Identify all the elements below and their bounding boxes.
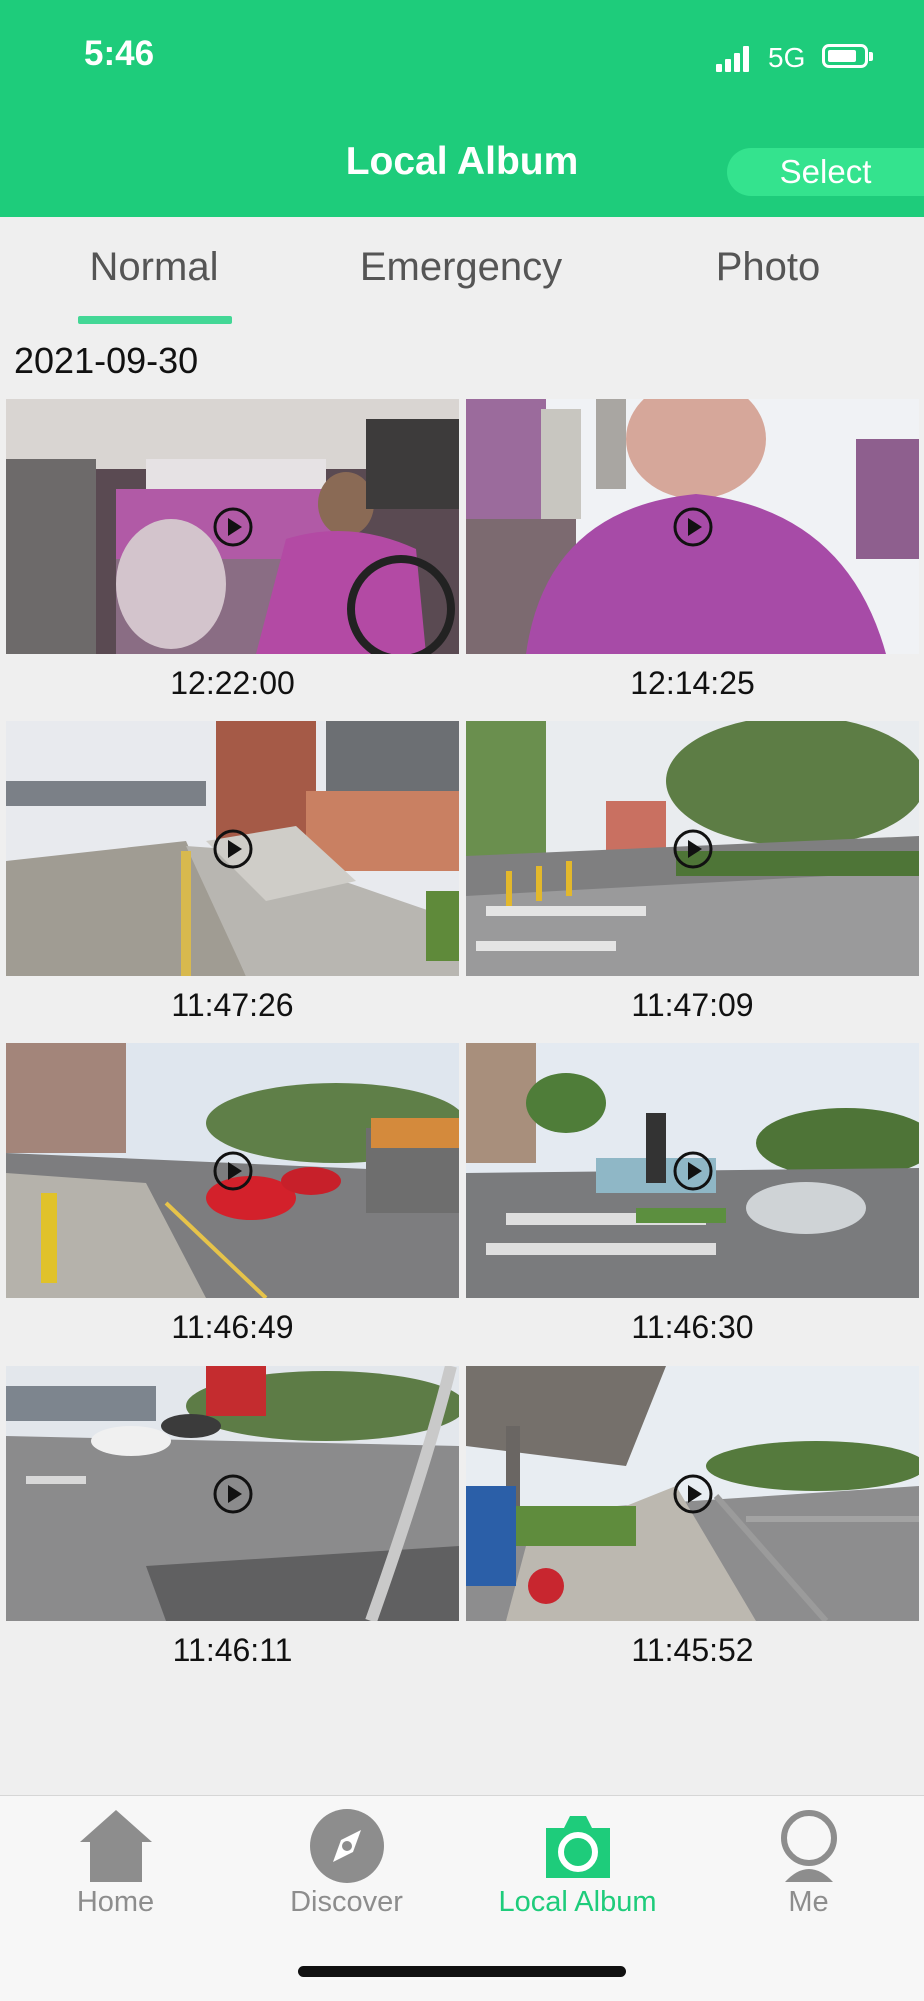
play-icon [213,829,253,869]
play-icon [213,507,253,547]
tabbar-local-album[interactable]: Local Album [462,1796,693,1926]
tabbar-label: Me [788,1886,829,1918]
date-header: 2021-09-30 [14,340,199,381]
play-icon [213,1474,253,1514]
video-thumbnail[interactable] [6,1366,459,1621]
video-thumbnail[interactable] [466,1043,919,1298]
video-time: 12:14:25 [630,665,755,701]
video-thumbnail[interactable] [466,399,919,654]
play-icon [213,1151,253,1191]
house-icon [80,1810,152,1882]
video-thumbnail[interactable] [6,1043,459,1298]
tabbar-home[interactable]: Home [0,1796,231,1926]
user-icon [781,1810,837,1882]
tabbar-label: Local Album [498,1886,657,1918]
play-icon [673,829,713,869]
tabbar-label: Home [76,1886,155,1918]
tabbar-me[interactable]: Me [693,1796,924,1926]
video-thumbnail[interactable] [466,721,919,976]
network-label: 5G [768,42,806,73]
camera-icon [546,1816,610,1878]
video-time: 11:47:26 [171,987,294,1023]
app-header: 5:46 5G Local Album Select [0,0,924,217]
video-thumbnail[interactable] [6,399,459,654]
video-time: 12:22:00 [170,665,295,701]
video-time: 11:46:11 [172,1632,293,1668]
video-time: 11:46:30 [631,1309,754,1345]
play-icon [673,1474,713,1514]
status-time: 5:46 [84,34,155,73]
select-button[interactable]: Select [727,148,924,196]
video-thumbnail[interactable] [466,1366,919,1621]
tabbar-label: Discover [290,1886,403,1918]
signal-icon [716,44,752,72]
active-tab-indicator [78,316,232,324]
play-icon [673,1151,713,1191]
album-tabs: Normal Emergency Photo [0,217,924,327]
video-time: 11:47:09 [631,987,754,1023]
play-icon [673,507,713,547]
video-time: 11:45:52 [631,1632,754,1668]
tabbar-discover[interactable]: Discover [231,1796,462,1926]
video-thumbnail[interactable] [6,721,459,976]
compass-icon [310,1809,384,1883]
tab-photo[interactable]: Photo [668,245,868,290]
video-time: 11:46:49 [171,1309,294,1345]
tab-emergency[interactable]: Emergency [331,245,591,290]
battery-icon [822,44,873,68]
tab-normal[interactable]: Normal [54,245,254,290]
home-indicator [298,1966,626,1977]
